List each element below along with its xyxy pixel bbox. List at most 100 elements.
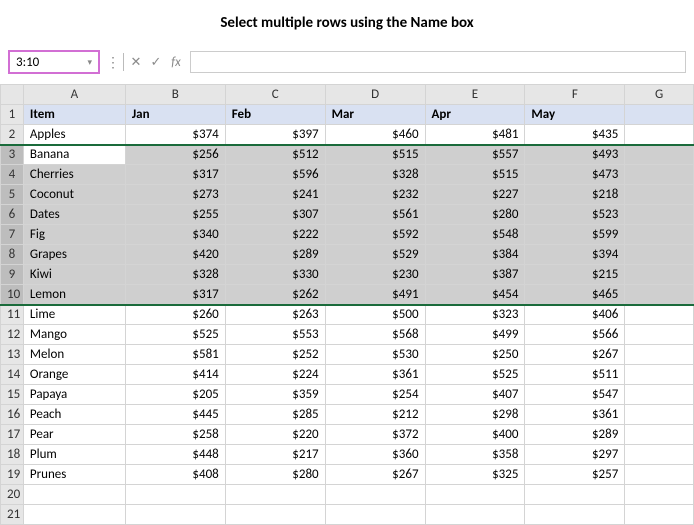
cell[interactable] [625, 125, 694, 145]
name-box[interactable]: 3:10 ▾ [8, 50, 100, 74]
cell[interactable]: Cherries [23, 165, 125, 185]
cell[interactable]: Mango [23, 325, 125, 345]
cell[interactable] [625, 505, 694, 525]
row-header[interactable]: 11 [1, 305, 24, 325]
cell[interactable]: $499 [425, 325, 525, 345]
row-header[interactable]: 17 [1, 425, 24, 445]
cell[interactable] [125, 485, 225, 505]
cell[interactable]: $267 [525, 345, 625, 365]
cell[interactable] [525, 505, 625, 525]
cell[interactable]: $407 [425, 385, 525, 405]
header-cell[interactable]: Apr [425, 105, 525, 125]
cancel-icon[interactable]: ✕ [128, 55, 144, 70]
cell[interactable]: Lime [23, 305, 125, 325]
cell[interactable]: $525 [125, 325, 225, 345]
cell[interactable]: $420 [125, 245, 225, 265]
header-cell[interactable]: Mar [325, 105, 425, 125]
cell[interactable] [325, 505, 425, 525]
col-header[interactable]: G [625, 85, 694, 105]
chevron-down-icon[interactable]: ▾ [87, 57, 92, 68]
cell[interactable]: $435 [525, 125, 625, 145]
cell[interactable]: $232 [325, 185, 425, 205]
cell[interactable]: $454 [425, 285, 525, 305]
cell[interactable]: $491 [325, 285, 425, 305]
cell[interactable]: $220 [225, 425, 325, 445]
cell[interactable] [23, 505, 125, 525]
cell[interactable]: $218 [525, 185, 625, 205]
cell[interactable] [225, 485, 325, 505]
row-header[interactable]: 10 [1, 285, 24, 305]
fx-icon[interactable]: fx [168, 55, 184, 70]
cell[interactable]: $566 [525, 325, 625, 345]
cell[interactable] [625, 365, 694, 385]
cell[interactable]: $224 [225, 365, 325, 385]
cell[interactable]: $525 [425, 365, 525, 385]
row-header[interactable]: 18 [1, 445, 24, 465]
cell[interactable]: $448 [125, 445, 225, 465]
row-header[interactable]: 20 [1, 485, 24, 505]
cell[interactable]: $515 [425, 165, 525, 185]
cell[interactable] [325, 485, 425, 505]
cell[interactable]: $280 [225, 465, 325, 485]
cell[interactable]: $406 [525, 305, 625, 325]
col-header[interactable]: C [225, 85, 325, 105]
cell[interactable]: $285 [225, 405, 325, 425]
header-cell[interactable]: Feb [225, 105, 325, 125]
cell[interactable]: Plum [23, 445, 125, 465]
cell[interactable]: $473 [525, 165, 625, 185]
cell[interactable]: $258 [125, 425, 225, 445]
cell[interactable]: $307 [225, 205, 325, 225]
cell[interactable] [625, 405, 694, 425]
cell[interactable]: $397 [225, 125, 325, 145]
cell[interactable]: $262 [225, 285, 325, 305]
cell[interactable] [625, 145, 694, 165]
cell[interactable] [625, 205, 694, 225]
col-header[interactable]: B [125, 85, 225, 105]
col-header[interactable]: A [23, 85, 125, 105]
cell[interactable]: $523 [525, 205, 625, 225]
header-cell[interactable]: Item [23, 105, 125, 125]
cell[interactable]: $387 [425, 265, 525, 285]
header-cell[interactable]: Jan [125, 105, 225, 125]
cell[interactable]: $298 [425, 405, 525, 425]
cell[interactable]: $445 [125, 405, 225, 425]
cell[interactable]: $529 [325, 245, 425, 265]
cell[interactable] [625, 285, 694, 305]
row-header[interactable]: 8 [1, 245, 24, 265]
cell[interactable]: $328 [125, 265, 225, 285]
cell[interactable]: Banana [23, 145, 125, 165]
formula-input[interactable] [190, 51, 686, 73]
cell[interactable]: $255 [125, 205, 225, 225]
row-header[interactable]: 3 [1, 145, 24, 165]
cell[interactable]: $358 [425, 445, 525, 465]
cell[interactable]: $512 [225, 145, 325, 165]
cell[interactable]: $359 [225, 385, 325, 405]
cell[interactable]: $222 [225, 225, 325, 245]
cell[interactable]: $465 [525, 285, 625, 305]
cell[interactable]: $323 [425, 305, 525, 325]
cell[interactable]: Prunes [23, 465, 125, 485]
cell[interactable]: Grapes [23, 245, 125, 265]
cell[interactable]: Dates [23, 205, 125, 225]
cell[interactable]: $227 [425, 185, 525, 205]
cell[interactable]: Coconut [23, 185, 125, 205]
enter-icon[interactable]: ✓ [148, 55, 164, 70]
cell[interactable] [625, 105, 694, 125]
cell[interactable]: $340 [125, 225, 225, 245]
cell[interactable]: $568 [325, 325, 425, 345]
cell[interactable] [625, 245, 694, 265]
cell[interactable]: $394 [525, 245, 625, 265]
cell[interactable]: $215 [525, 265, 625, 285]
cell[interactable] [625, 165, 694, 185]
cell[interactable]: Melon [23, 345, 125, 365]
cell[interactable]: $530 [325, 345, 425, 365]
cell[interactable]: $548 [425, 225, 525, 245]
cell[interactable]: $557 [425, 145, 525, 165]
cell[interactable]: Peach [23, 405, 125, 425]
cell[interactable]: $289 [225, 245, 325, 265]
cell[interactable]: $260 [125, 305, 225, 325]
cell[interactable]: $212 [325, 405, 425, 425]
cell[interactable]: $328 [325, 165, 425, 185]
row-header[interactable]: 12 [1, 325, 24, 345]
cell[interactable]: $384 [425, 245, 525, 265]
